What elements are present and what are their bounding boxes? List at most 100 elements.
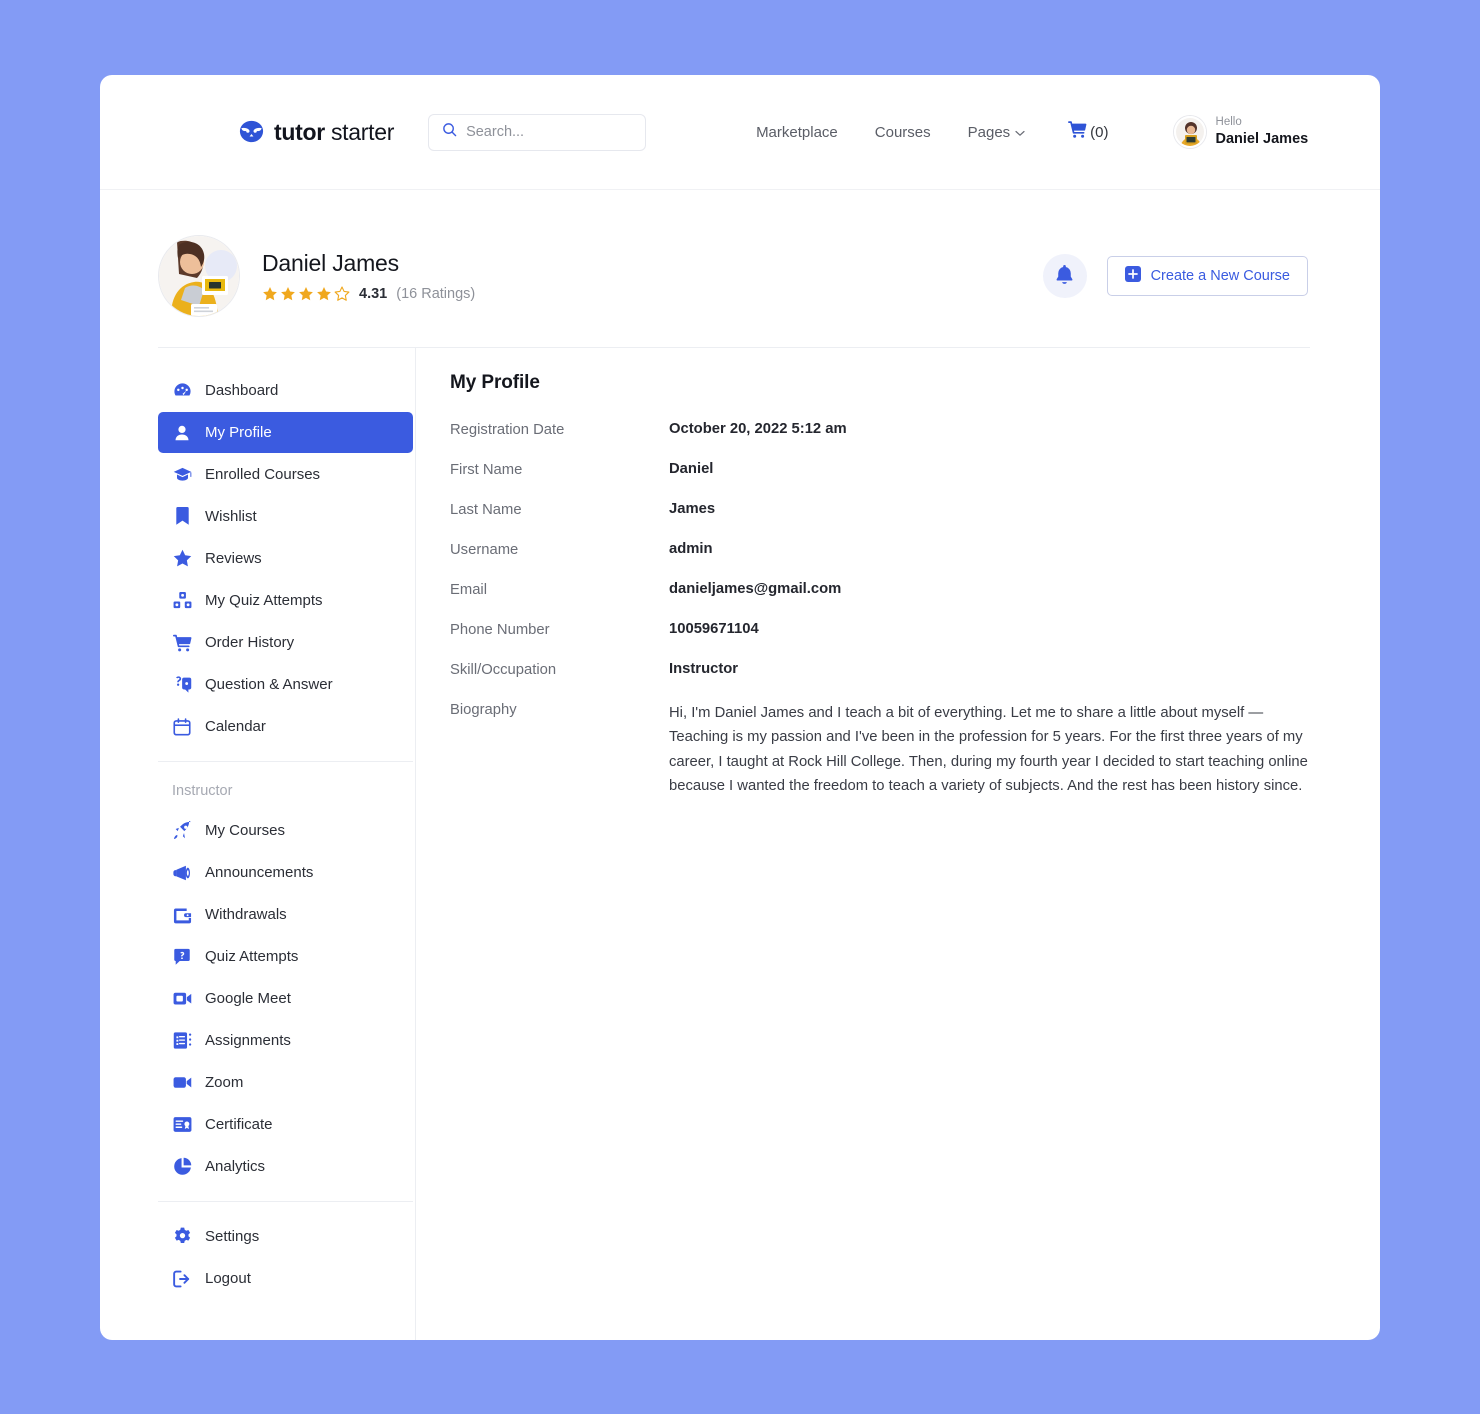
sidebar-item-certificate[interactable]: Certificate [158,1104,413,1145]
video-camera-icon [172,989,192,1009]
sidebar-item-assignments[interactable]: Assignments [158,1020,413,1061]
sidebar-item-label: Analytics [205,1158,266,1175]
search-icon [442,122,457,142]
sidebar-item-label: My Quiz Attempts [205,592,323,609]
sidebar-item-analytics[interactable]: Analytics [158,1146,413,1187]
sidebar-item-label: Certificate [205,1116,273,1133]
sidebar-item-calendar[interactable]: Calendar [158,706,413,747]
rating-count: (16 Ratings) [396,286,476,302]
bookmark-icon [172,507,192,527]
user-icon [172,423,192,443]
create-course-button[interactable]: Create a New Course [1106,256,1308,296]
sidebar: Dashboard My Profile Enrolled Courses Wi… [158,348,416,1340]
star-filled-icon [299,287,313,301]
cart-icon [1068,121,1087,143]
search-input[interactable]: Search... [428,113,647,151]
rating-row: 4.31 (16 Ratings) [262,286,475,302]
star-filled-icon [317,287,331,301]
profile-content: My Profile Registration Date October 20,… [416,348,1310,1340]
sidebar-item-withdrawals[interactable]: Withdrawals [158,894,413,935]
site-header: tutor starter Search... Marketplace Cour… [100,75,1380,190]
sidebar-item-question-answer[interactable]: Question & Answer [158,664,413,705]
field-email: Email danieljames@gmail.com [450,581,1310,598]
sidebar-item-logout[interactable]: Logout [158,1258,413,1299]
owl-icon [238,119,265,146]
star-filled-icon [281,287,295,301]
field-skill-occupation: Skill/Occupation Instructor [450,661,1310,678]
sidebar-item-dashboard[interactable]: Dashboard [158,370,413,411]
gear-icon [172,1227,192,1247]
rating-value: 4.31 [359,286,388,302]
search-placeholder: Search... [466,124,525,140]
logout-icon [172,1269,192,1289]
field-value: Daniel [669,461,714,477]
star-filled-icon [263,287,277,301]
megaphone-icon [172,863,192,883]
brand-name-light: starter [330,118,395,145]
sidebar-item-label: My Courses [205,822,286,839]
sidebar-item-label: Question & Answer [205,676,333,693]
quiz-blocks-icon [172,591,192,611]
star-icon [172,549,192,569]
field-registration-date: Registration Date October 20, 2022 5:12 … [450,421,1310,438]
sidebar-item-enrolled-courses[interactable]: Enrolled Courses [158,454,413,495]
sidebar-item-wishlist[interactable]: Wishlist [158,496,413,537]
sidebar-item-label: Assignments [205,1032,291,1049]
sidebar-item-order-history[interactable]: Order History [158,622,413,663]
sidebar-item-label: Dashboard [205,382,279,399]
user-name: Daniel James [1215,130,1309,147]
notifications-button[interactable] [1042,254,1087,298]
sidebar-item-my-profile[interactable]: My Profile [158,412,413,453]
sidebar-item-google-meet[interactable]: Google Meet [158,978,413,1019]
sidebar-item-my-courses[interactable]: My Courses [158,810,413,851]
rating-stars [262,286,350,302]
sidebar-section-title-instructor: Instructor [172,783,233,799]
sidebar-item-zoom[interactable]: Zoom [158,1062,413,1103]
user-meta: Hello Daniel James [1216,116,1309,148]
profile-header: Daniel James 4.31 (16 Ratings) Create a … [100,190,1380,317]
nav-label: Pages [967,123,1011,141]
sidebar-item-quiz-attempts[interactable]: Quiz Attempts [158,936,413,977]
field-value: James [669,501,716,517]
plus-square-icon [1124,266,1141,286]
sidebar-item-label: Withdrawals [205,906,287,923]
nav-label: Marketplace [756,123,838,141]
sidebar-item-label: Enrolled Courses [205,466,321,483]
nav-link-courses[interactable]: Courses [875,124,931,141]
dashboard-body: Dashboard My Profile Enrolled Courses Wi… [158,347,1310,1340]
sidebar-item-my-quiz-attempts[interactable]: My Quiz Attempts [158,580,413,621]
sidebar-item-reviews[interactable]: Reviews [158,538,413,579]
field-value: admin [669,541,713,557]
cart-count: (0) [1090,123,1109,141]
sidebar-item-label: Settings [205,1228,260,1245]
sidebar-item-label: My Profile [205,424,272,441]
nav-link-pages[interactable]: Pages [968,124,1026,141]
pie-chart-icon [172,1157,192,1177]
sidebar-item-announcements[interactable]: Announcements [158,852,413,893]
field-value: 10059671104 [669,621,759,637]
sidebar-item-label: Wishlist [205,508,257,525]
sidebar-item-label: Google Meet [205,990,291,1007]
sidebar-item-settings[interactable]: Settings [158,1216,413,1257]
brand-logo[interactable]: tutor starter [238,119,394,146]
user-menu[interactable]: Hello Daniel James [1173,116,1309,148]
quiz-question-icon [172,947,192,967]
graduation-cap-icon [172,465,192,485]
nav-label: Courses [874,123,931,141]
field-value: Hi, I'm Daniel James and I teach a bit o… [669,705,1308,795]
field-label: Skill/Occupation [450,662,557,678]
cart-button[interactable]: (0) [1068,121,1109,143]
nav-link-marketplace[interactable]: Marketplace [756,124,838,141]
profile-identity: Daniel James 4.31 (16 Ratings) [262,250,475,302]
sidebar-item-label: Order History [205,634,295,651]
field-value: Instructor [669,661,739,677]
user-greeting: Hello [1215,116,1242,129]
certificate-icon [172,1115,192,1135]
create-course-label: Create a New Course [1150,268,1290,284]
main-navigation: Marketplace Courses Pages (0) Hello Dani… [756,116,1308,148]
zoom-camera-icon [172,1073,192,1093]
field-label: Email [450,582,487,598]
field-biography: Biography Hi, I'm Daniel James and I tea… [450,701,1310,799]
sidebar-item-label: Announcements [205,864,314,881]
calendar-icon [172,717,192,737]
